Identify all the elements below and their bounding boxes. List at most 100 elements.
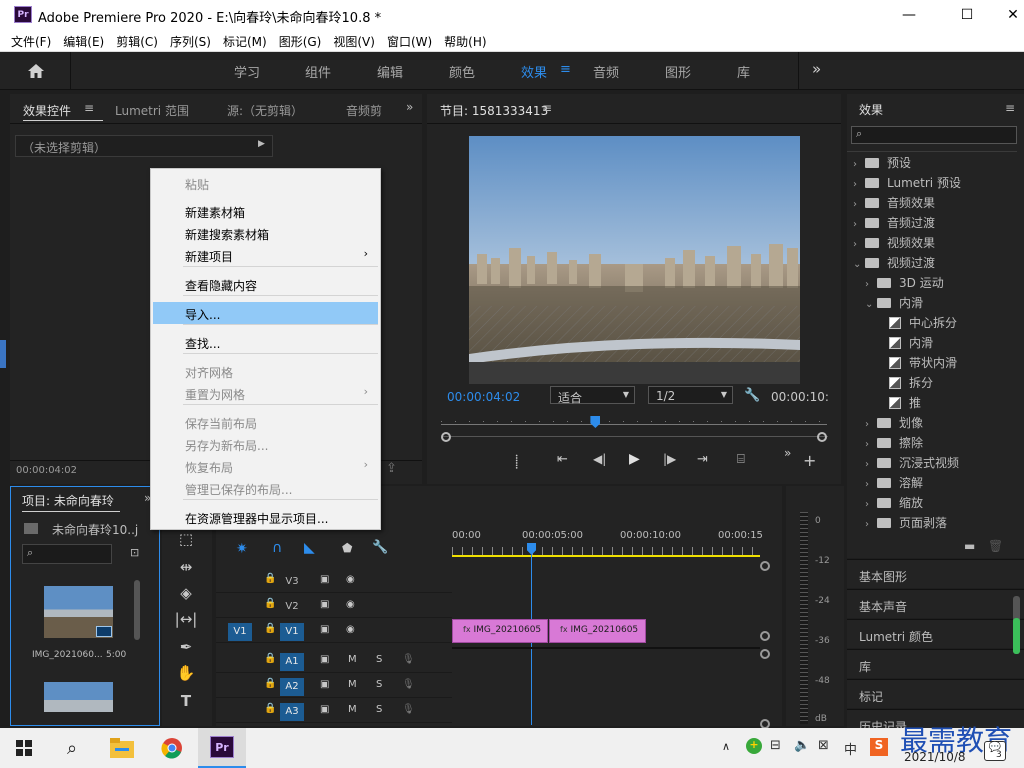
effects-panel-title[interactable]: 效果 xyxy=(859,101,883,118)
menu-file[interactable]: 文件(F) xyxy=(0,30,55,50)
timeline-settings-icon[interactable]: 🔧 xyxy=(372,540,388,555)
lock-icon[interactable]: 🔒 xyxy=(264,598,276,609)
tray-app-icon[interactable]: + xyxy=(746,738,762,754)
menu-window[interactable]: 窗口(W) xyxy=(383,30,436,50)
solo-button[interactable]: S xyxy=(376,704,382,715)
track-v3[interactable]: 🔒 V3 ▣ ◉ xyxy=(216,569,452,593)
workspace-libraries[interactable]: 库 xyxy=(737,62,750,81)
lock-icon[interactable]: 🔒 xyxy=(264,653,276,664)
ripple-edit-tool-icon[interactable]: ◈ xyxy=(174,584,198,608)
search-icon[interactable]: ⌕ xyxy=(48,728,96,768)
panel-essential-sound[interactable]: 基本声音 xyxy=(847,589,1024,618)
timeline-ruler[interactable] xyxy=(452,547,760,555)
lock-icon[interactable]: 🔒 xyxy=(264,573,276,584)
track-name[interactable]: V3 xyxy=(280,573,304,591)
clip-thumbnail-image[interactable] xyxy=(44,682,113,712)
wrench-icon[interactable]: 🔧 xyxy=(744,388,760,403)
effects-search-input[interactable] xyxy=(851,126,1017,144)
menu-edit[interactable]: 编辑(E) xyxy=(59,30,108,50)
type-tool-icon[interactable]: T xyxy=(174,692,198,716)
workspace-audio[interactable]: 音频 xyxy=(593,62,619,81)
mute-button[interactable]: M xyxy=(348,679,357,690)
timeline-zoom-handle[interactable] xyxy=(760,631,770,641)
context-menu-item[interactable]: 查找... xyxy=(153,331,378,353)
track-v1[interactable]: V1 🔒 V1 ▣ ◉ xyxy=(216,619,452,643)
effect-folder[interactable]: ⌄ 内滑 xyxy=(865,294,923,311)
workspace-overflow-button[interactable]: » xyxy=(812,60,821,78)
effect-folder[interactable]: › 沉浸式视频 xyxy=(865,454,959,471)
panel-overflow-icon[interactable]: » xyxy=(406,100,413,114)
menu-graphics[interactable]: 图形(G) xyxy=(275,30,326,50)
volume-icon[interactable]: 🔈 xyxy=(794,738,810,753)
workspace-learning[interactable]: 学习 xyxy=(234,62,260,81)
panel-menu-icon[interactable]: ≡ xyxy=(1005,101,1015,115)
panel-essential-graphics[interactable]: 基本图形 xyxy=(847,559,1024,588)
premiere-taskbar-icon[interactable]: Pr xyxy=(198,728,246,768)
context-menu-item[interactable]: 新建搜索素材箱 xyxy=(153,222,378,244)
work-area-bar[interactable] xyxy=(452,555,760,557)
track-name[interactable]: A2 xyxy=(280,678,304,696)
notifications-icon[interactable]: 💬 xyxy=(984,741,1006,761)
workspace-menu-icon[interactable]: ≡ xyxy=(560,62,571,77)
menu-view[interactable]: 视图(V) xyxy=(329,30,379,50)
track-output-icon[interactable]: ▣ xyxy=(320,654,329,665)
snap-icon[interactable]: ✷ xyxy=(236,541,248,557)
track-output-icon[interactable]: ▣ xyxy=(320,599,329,610)
hand-tool-icon[interactable]: ✋ xyxy=(174,664,198,688)
tab-source[interactable]: 源:（无剪辑） xyxy=(227,102,303,119)
sogou-ime-icon[interactable]: S xyxy=(870,738,888,756)
selection-tool-icon[interactable]: ⬚ xyxy=(174,530,198,554)
menu-markers[interactable]: 标记(M) xyxy=(219,30,271,50)
effect-folder[interactable]: › 音频过渡 xyxy=(853,214,935,231)
track-a2[interactable]: 🔒 A2 ▣ M S 🎙 xyxy=(216,674,452,698)
eye-icon[interactable]: ◉ xyxy=(346,599,355,610)
effect-folder[interactable]: › 预设 xyxy=(853,154,911,171)
workspace-editing[interactable]: 编辑 xyxy=(377,62,403,81)
effect-folder[interactable]: › 划像 xyxy=(865,414,923,431)
panel-libraries[interactable]: 库 xyxy=(847,649,1024,678)
effect-folder[interactable]: › Lumetri 预设 xyxy=(853,174,961,191)
tray-expand-icon[interactable]: ∧ xyxy=(722,740,730,753)
effect-folder[interactable]: › 溶解 xyxy=(865,474,923,491)
track-output-icon[interactable]: ▣ xyxy=(320,624,329,635)
effect-item[interactable]: 带状内滑 xyxy=(877,354,957,371)
timeline-clip[interactable]: fx IMG_20210605 xyxy=(549,619,646,643)
effect-folder[interactable]: › 音频效果 xyxy=(853,194,935,211)
track-a1[interactable]: 🔒 A1 ▣ M S 🎙 xyxy=(216,649,452,673)
add-marker-icon[interactable]: ⬟ xyxy=(342,541,352,555)
menu-help[interactable]: 帮助(H) xyxy=(440,30,490,50)
panel-lumetri-color[interactable]: Lumetri 颜色 xyxy=(847,619,1024,648)
timeline-zoom-handle[interactable] xyxy=(760,561,770,571)
export-icon[interactable]: ⇪ xyxy=(386,461,397,476)
workspace-color[interactable]: 颜色 xyxy=(449,62,475,81)
slip-tool-icon[interactable]: |↔| xyxy=(174,610,198,634)
pen-tool-icon[interactable]: ✒ xyxy=(174,638,198,662)
microphone-icon[interactable]: 🎙 xyxy=(402,704,415,715)
effect-folder[interactable]: › 视频效果 xyxy=(853,234,935,251)
lock-icon[interactable]: 🔒 xyxy=(264,703,276,714)
right-dock-scrollbar-thumb[interactable] xyxy=(1013,618,1020,654)
lock-icon[interactable]: 🔒 xyxy=(264,623,276,634)
timeline-zoom-handle[interactable] xyxy=(760,649,770,659)
track-output-icon[interactable]: ▣ xyxy=(320,574,329,585)
context-menu-item[interactable]: 在资源管理器中显示项目... xyxy=(153,506,378,528)
microphone-icon[interactable]: 🎙 xyxy=(402,654,415,665)
track-v2[interactable]: 🔒 V2 ▣ ◉ xyxy=(216,594,452,618)
home-icon[interactable] xyxy=(26,61,46,81)
solo-button[interactable]: S xyxy=(376,654,382,665)
program-monitor-title[interactable]: 节目: 1581333413 xyxy=(440,102,548,119)
effect-folder[interactable]: › 3D 运动 xyxy=(865,274,944,291)
context-menu-item[interactable]: 导入... xyxy=(153,302,378,324)
add-button-icon[interactable]: + xyxy=(803,451,816,470)
menu-clip[interactable]: 剪辑(C) xyxy=(112,30,162,50)
context-menu-item[interactable]: 新建素材箱 xyxy=(153,200,378,222)
source-patch-v1[interactable]: V1 xyxy=(228,623,252,641)
out-point-handle[interactable] xyxy=(817,432,827,442)
go-to-in-icon[interactable]: ⇤ xyxy=(557,452,568,467)
track-name[interactable]: A3 xyxy=(280,703,304,721)
in-point-handle[interactable] xyxy=(441,432,451,442)
project-title[interactable]: 项目: 未命向春玲 xyxy=(22,492,122,509)
playhead-marker[interactable] xyxy=(590,416,601,428)
effect-item[interactable]: 内滑 xyxy=(877,334,933,351)
close-button[interactable]: ✕ xyxy=(990,0,1024,30)
